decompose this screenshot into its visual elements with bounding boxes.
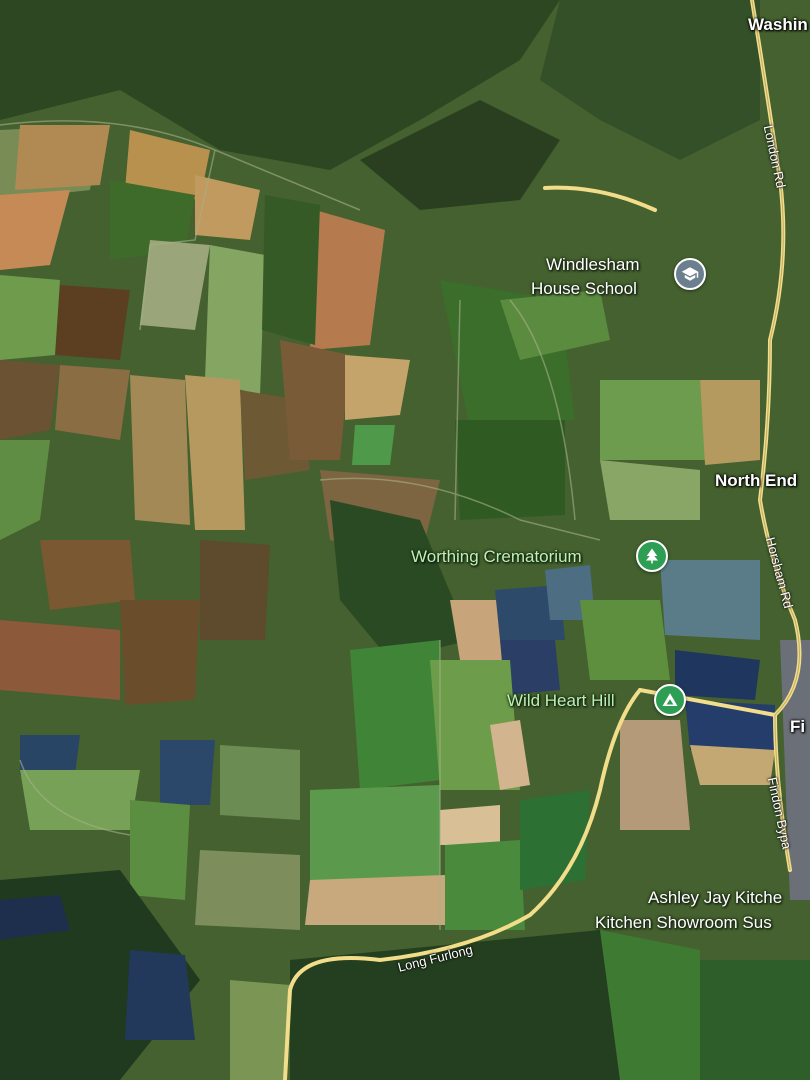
poi-label-kitchen-line2[interactable]: Kitchen Showroom Sus	[595, 912, 772, 933]
place-label-north-end[interactable]: North End	[715, 470, 797, 491]
satellite-map[interactable]: Washin North End Fi Windlesham House Sch…	[0, 0, 810, 1080]
place-label-findon[interactable]: Fi	[790, 716, 805, 737]
place-label-washington[interactable]: Washin	[748, 14, 808, 35]
poi-label-school-line2[interactable]: House School	[531, 278, 637, 299]
school-pin[interactable]	[674, 258, 706, 290]
campsite-icon	[662, 693, 678, 706]
poi-label-wild-heart-hill[interactable]: Wild Heart Hill	[507, 690, 615, 711]
poi-label-school-line1[interactable]: Windlesham	[546, 254, 640, 275]
poi-label-kitchen-line1[interactable]: Ashley Jay Kitche	[648, 887, 782, 908]
crematorium-pin[interactable]	[636, 540, 668, 572]
wild-heart-hill-pin[interactable]	[654, 684, 686, 716]
poi-label-crematorium[interactable]: Worthing Crematorium	[411, 546, 582, 567]
school-icon	[681, 267, 699, 281]
tree-icon	[646, 548, 658, 564]
